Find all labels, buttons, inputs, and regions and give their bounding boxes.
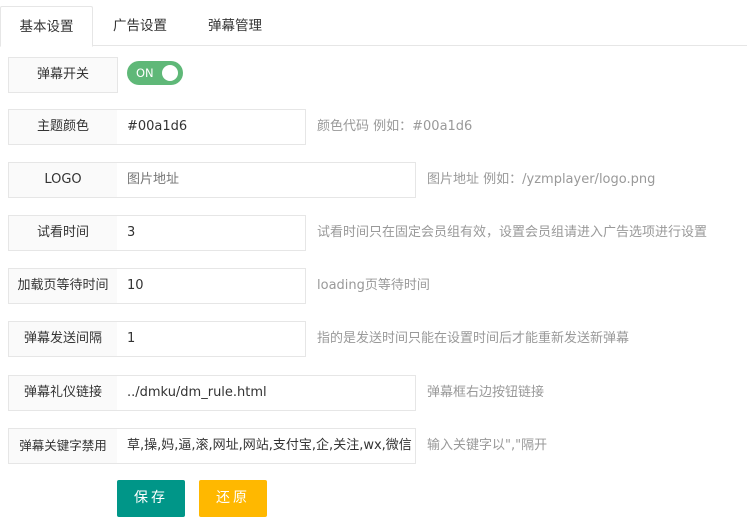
field-label: 弹幕关键字禁用 <box>8 428 118 464</box>
field-label: 主题颜色 <box>8 109 118 145</box>
trial-time-input[interactable]: 3 <box>117 215 306 251</box>
tab-danmu-management[interactable]: 弹幕管理 <box>190 6 280 45</box>
field-label: 弹幕开关 <box>8 57 118 93</box>
tab-ad-settings[interactable]: 广告设置 <box>95 6 185 45</box>
tab-basic-settings[interactable]: 基本设置 <box>0 6 93 47</box>
field-hint: loading页等待时间 <box>317 278 430 293</box>
field-hint: 颜色代码 例如：#00a1d6 <box>317 119 473 134</box>
field-hint: 指的是发送时间只能在设置时间后才能重新发送新弹幕 <box>317 331 630 346</box>
send-interval-input[interactable]: 1 <box>117 321 306 357</box>
field-hint: 试看时间只在固定会员组有效，设置会员组请进入广告选项进行设置 <box>317 225 708 240</box>
field-label: 加载页等待时间 <box>8 268 118 304</box>
toggle-state: ON <box>136 66 154 80</box>
field-hint: 图片地址 例如：/yzmplayer/logo.png <box>427 172 656 187</box>
field-hint: 弹幕框右边按钮链接 <box>427 385 545 400</box>
etiquette-link-input[interactable]: ../dmku/dm_rule.html <box>117 375 416 411</box>
field-label: 弹幕礼仪链接 <box>8 375 118 411</box>
loading-wait-input[interactable]: 10 <box>117 268 306 304</box>
reset-button[interactable]: 还原 <box>199 480 267 517</box>
danmu-toggle[interactable]: ON <box>127 61 183 85</box>
toggle-knob <box>162 65 178 81</box>
field-label: 试看时间 <box>8 215 118 251</box>
field-label: 弹幕发送间隔 <box>8 321 118 357</box>
field-hint: 输入关键字以","隔开 <box>427 438 548 453</box>
tab-bar: 基本设置 广告设置 弹幕管理 <box>0 0 747 47</box>
field-label: LOGO <box>8 162 118 198</box>
save-button[interactable]: 保存 <box>117 480 185 517</box>
banned-keywords-input[interactable]: 草,操,妈,逼,滚,网址,网站,支付宝,企,关注,wx,微信 <box>117 428 416 464</box>
logo-input[interactable]: 图片地址 <box>117 162 416 198</box>
theme-color-input[interactable]: #00a1d6 <box>117 109 306 145</box>
